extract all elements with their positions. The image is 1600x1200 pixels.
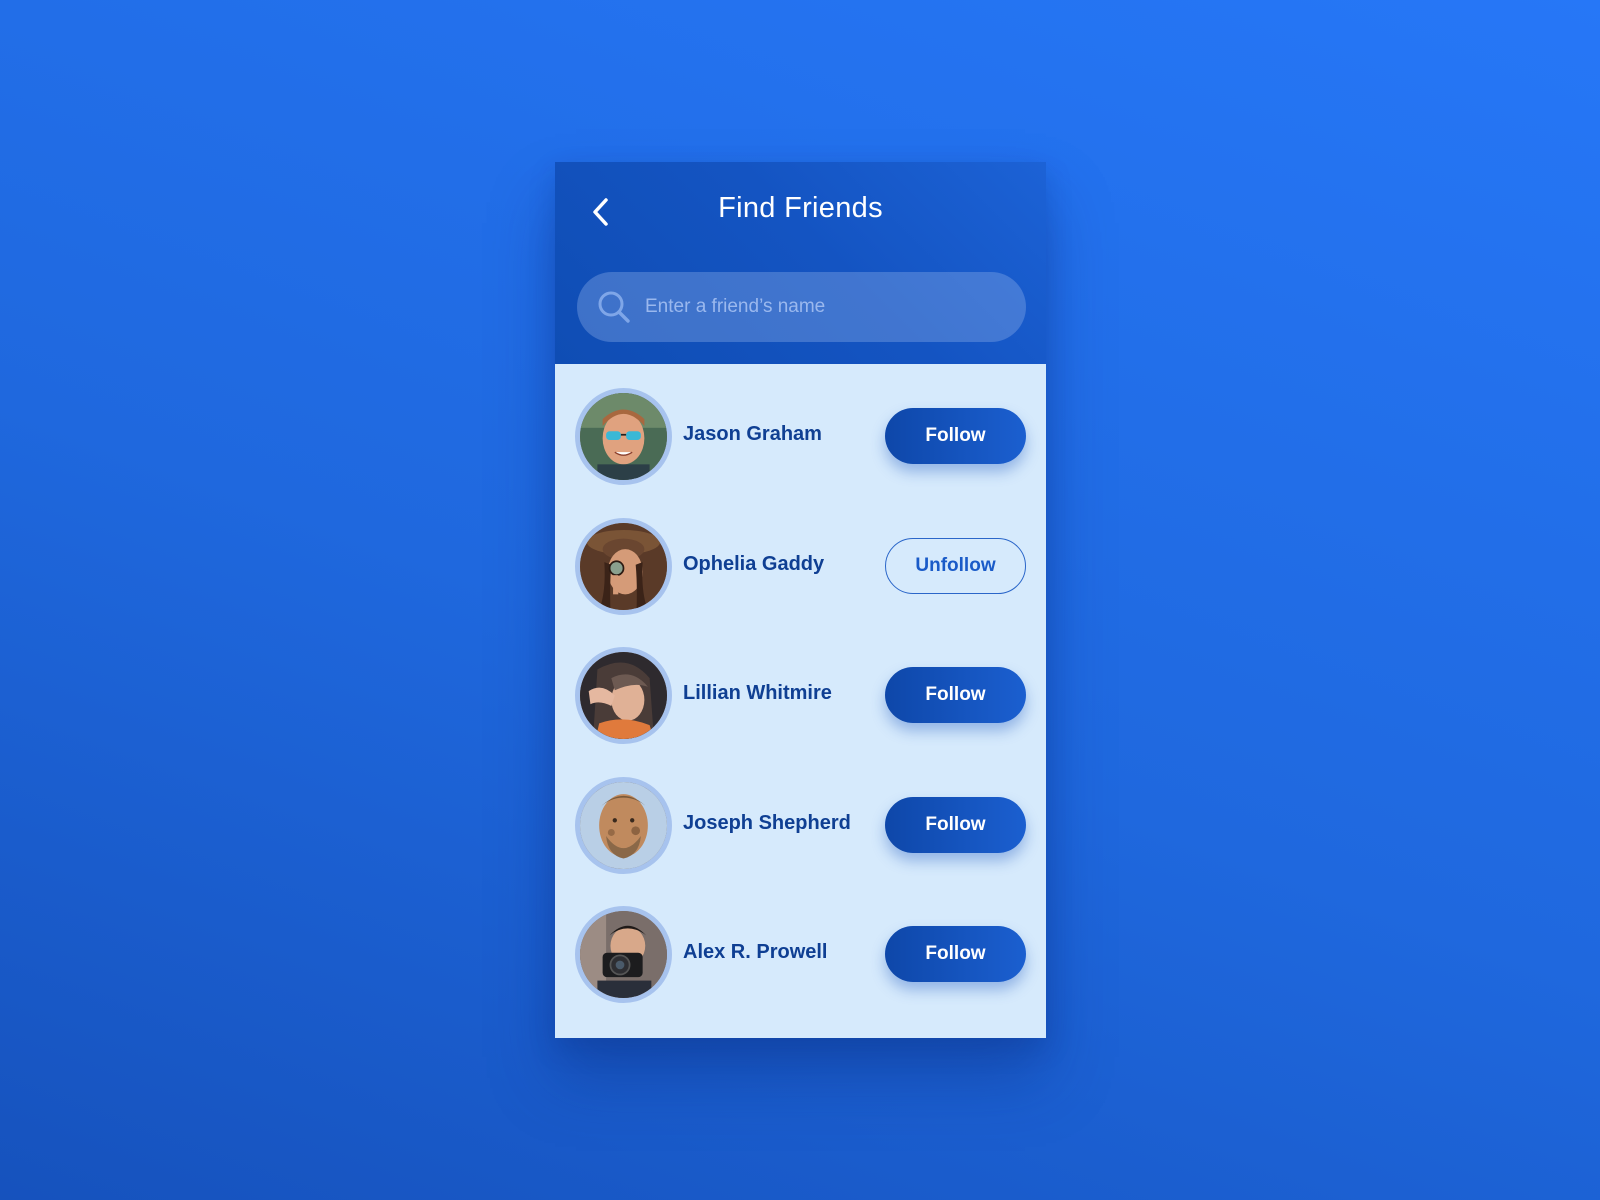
search-input[interactable]	[645, 287, 1026, 327]
avatar-photo-lillian	[580, 652, 667, 739]
avatar-photo-alex	[580, 911, 667, 998]
friends-list: Jason Graham Follow Ophelia Gaddy Unfoll…	[555, 364, 1046, 1038]
avatar-photo-ophelia	[580, 522, 667, 610]
avatar[interactable]	[575, 906, 672, 1003]
friend-name: Jason Graham	[683, 423, 822, 445]
page-title: Find Friends	[718, 192, 883, 224]
list-item: Ophelia Gaddy Unfollow	[555, 517, 1046, 648]
friend-name: Lillian Whitmire	[683, 682, 832, 704]
header: Find Friends	[555, 162, 1046, 364]
avatar[interactable]	[575, 388, 672, 485]
list-item: Jason Graham Follow	[555, 388, 1046, 518]
avatar-photo-jason	[580, 393, 667, 480]
avatar[interactable]	[575, 517, 672, 615]
search-icon	[598, 291, 630, 323]
list-item: Lillian Whitmire Follow	[555, 647, 1046, 777]
follow-button[interactable]: Follow	[885, 667, 1026, 723]
follow-button[interactable]: Follow	[885, 926, 1026, 982]
friend-name: Ophelia Gaddy	[683, 552, 825, 575]
follow-button[interactable]: Follow	[885, 796, 1026, 853]
friend-name: Joseph Shepherd	[683, 811, 851, 834]
unfollow-button[interactable]: Unfollow	[885, 537, 1026, 594]
avatar[interactable]	[575, 776, 672, 874]
find-friends-card: Find Friends Enter a friend’s name Jason…	[555, 162, 1046, 1038]
list-item: Joseph Shepherd Follow	[555, 776, 1046, 907]
follow-button[interactable]: Follow	[885, 408, 1026, 464]
avatar[interactable]	[575, 647, 672, 744]
list-item: Alex R. Prowell Follow	[555, 906, 1046, 1036]
friend-name: Alex R. Prowell	[683, 941, 828, 963]
search-bar[interactable]	[577, 272, 1026, 342]
avatar-photo-joseph	[580, 781, 667, 869]
